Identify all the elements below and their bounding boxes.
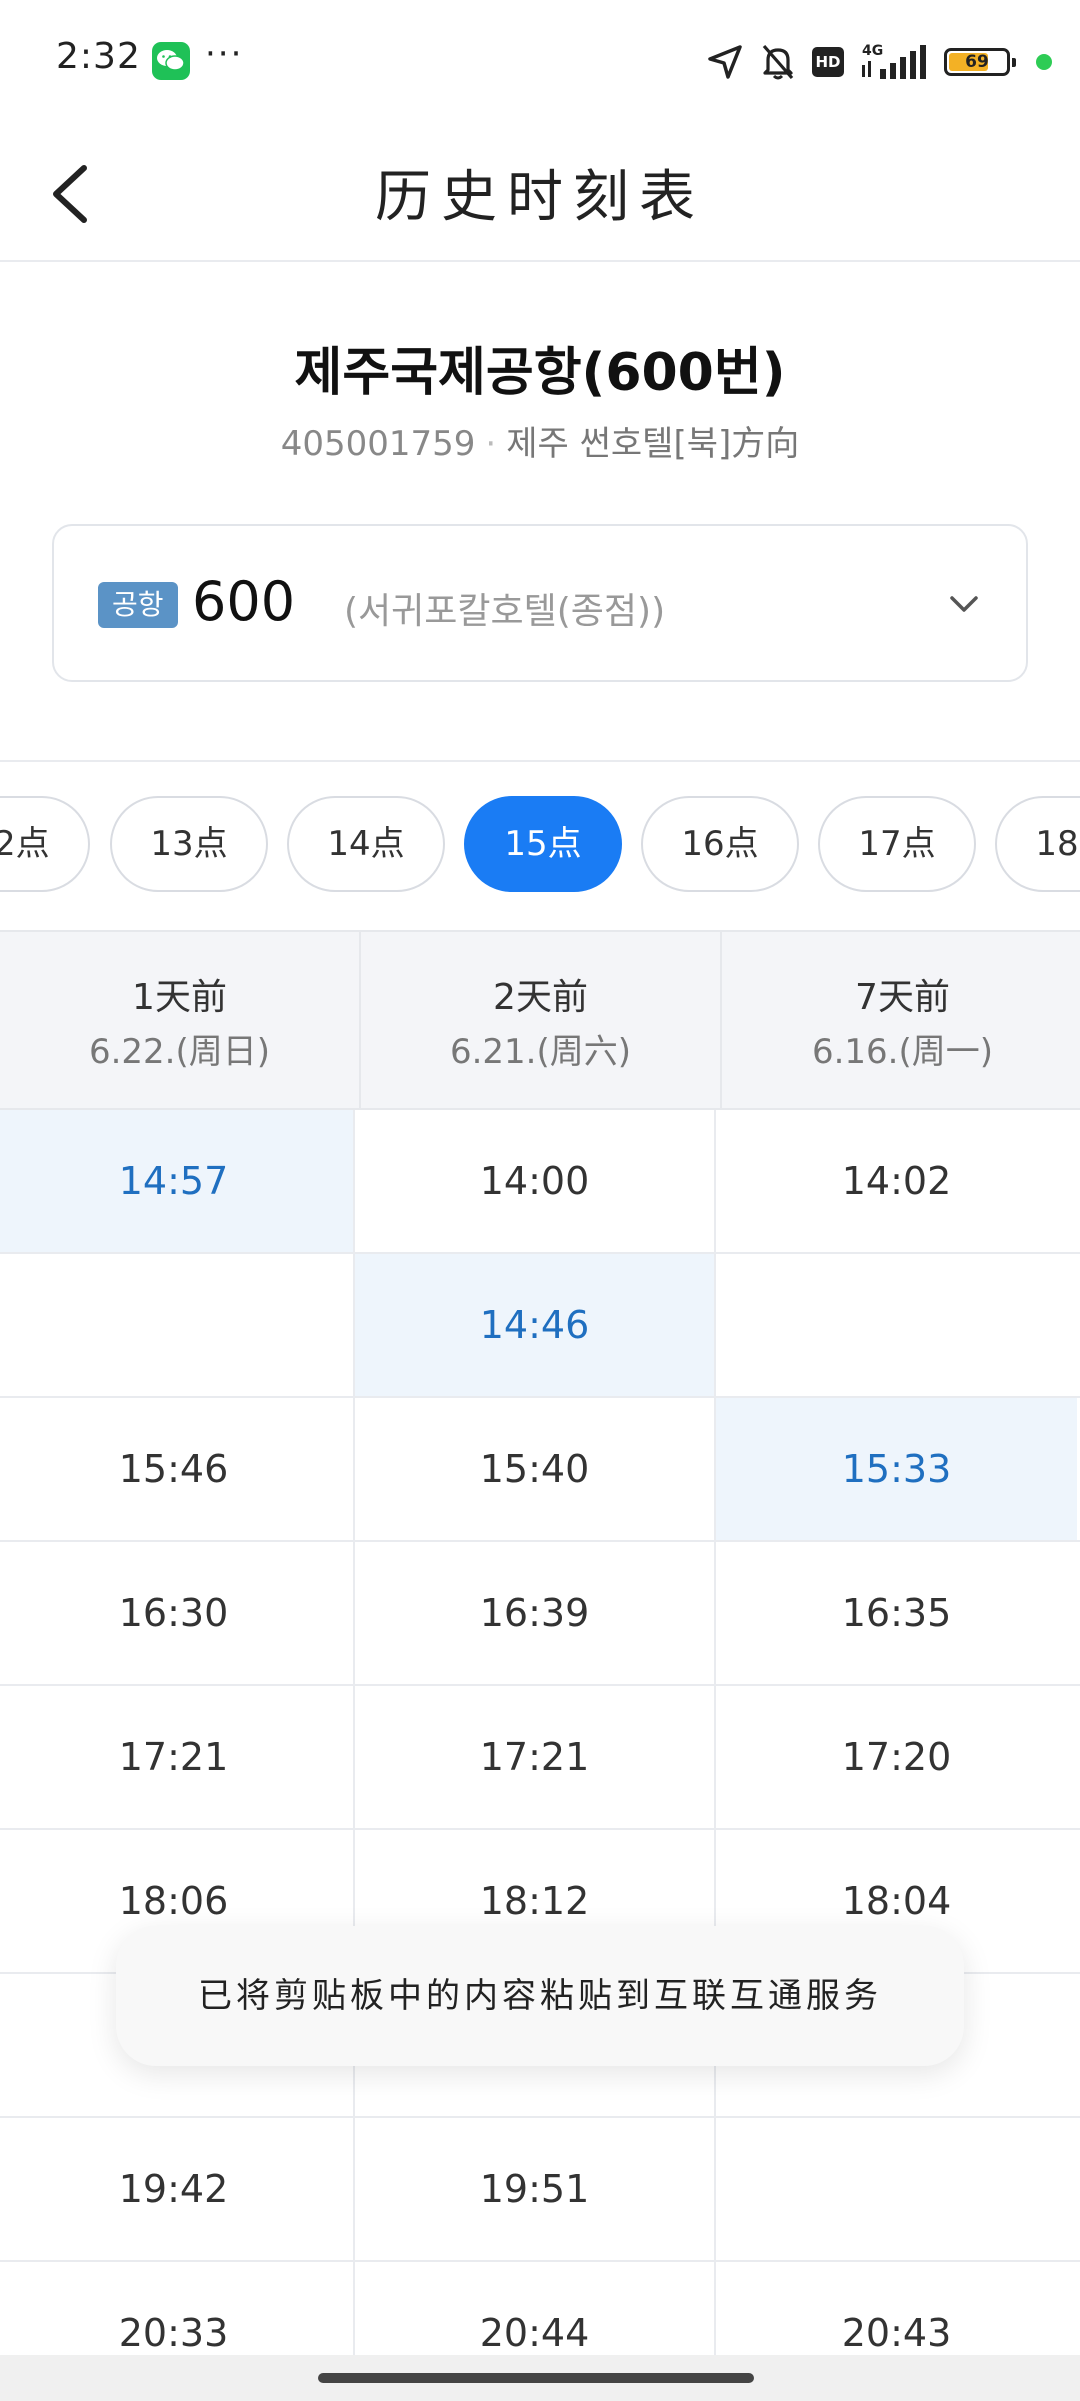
arrival-time-cell-highlighted: 14:57 [0,1110,355,1252]
navigation-bar [0,2355,1080,2401]
column-date: 6.22.(周日) [88,1032,271,1072]
column-days-ago: 1天前 [132,977,227,1018]
column-header: 1天前 6.22.(周日) [0,932,361,1108]
arrival-time-cell: 14:00 [355,1110,716,1252]
column-header: 2天前 6.21.(周六) [361,932,722,1108]
hour-chip-18[interactable]: 18点 [995,796,1080,892]
table-row: 19:42 19:51 [0,2118,1080,2262]
arrival-time-cell [0,1254,355,1396]
table-body: 14:57 14:00 14:02 14:46 15:46 15:40 15:33 16:30… [0,1110,1080,2401]
table-row: 16:30 16:39 16:35 [0,1542,1080,1686]
route-type-badge: 공항 [98,582,178,628]
privacy-indicator-dot [1036,54,1052,70]
header: 历史时刻表 [0,126,1080,262]
arrival-time-cell: 14:02 [841,1159,952,1203]
arrival-time-cell: 19:51 [355,2118,716,2260]
separator: · [485,424,497,464]
status-bar: 2:32 ··· HD 4G 69 [0,0,1080,126]
column-date: 6.21.(周六) [449,1032,632,1072]
signal-icon: 4G [862,43,926,79]
arrival-time-cell: 19:42 [0,2118,355,2260]
arrival-time-cell: 16:35 [841,1591,952,1635]
arrival-time-cell: 15:40 [355,1398,716,1540]
arrival-time-cell: 15:46 [0,1398,355,1540]
hour-chip-17[interactable]: 17点 [818,796,976,892]
station-id: 405001759 [280,424,476,464]
hour-filter-strip[interactable]: 12点 13点 14点 15点 16点 17点 18点 [0,796,1080,896]
table-row: 17:21 17:21 17:20 [0,1686,1080,1830]
station-subtitle: 405001759 · 제주 썬호텔[북]方向 [0,416,1080,465]
arrival-time-cell [716,2118,1077,2260]
page-title: 历史时刻表 [375,165,705,230]
chevron-down-icon [946,586,982,626]
location-icon [708,45,742,79]
arrival-time-cell: 16:30 [0,1542,355,1684]
column-days-ago: 7天前 [855,977,950,1018]
hour-chip-12[interactable]: 12点 [0,796,90,892]
arrival-time-cell-highlighted: 14:46 [355,1254,716,1396]
table-row: 14:57 14:00 14:02 [0,1110,1080,1254]
more-notifications-indicator: ··· [205,34,244,74]
table-row: 14:46 [0,1254,1080,1398]
arrival-time-cell [716,1254,1077,1396]
column-date: 6.16.(周一) [811,1032,994,1072]
clipboard-toast: 已将剪贴板中的内容粘贴到互联互通服务 [116,1926,964,2066]
route-selector-dropdown[interactable]: 공항 600 (서귀포칼호텔(종점)) [52,524,1028,682]
arrival-time-cell-highlighted: 15:33 [716,1398,1077,1540]
arrival-time-cell: 17:21 [0,1686,355,1828]
home-indicator[interactable] [318,2373,754,2383]
section-divider [0,760,1080,762]
table-header: 1天前 6.22.(周日) 2天前 6.21.(周六) 7天前 6.16.(周一… [0,932,1080,1110]
status-icons: HD 4G 69 [706,40,1052,84]
route-number: 600 [192,570,296,633]
arrival-time-cell: 17:21 [355,1686,716,1828]
arrival-time-cell: 17:20 [841,1735,952,1779]
station-direction: 제주 썬호텔[북]方向 [506,424,800,464]
wechat-icon [152,42,190,80]
page: 2:32 ··· HD 4G 69 历史时刻表 제주국제공항(600번) 405… [0,0,1080,2401]
status-time: 2:32 [56,36,141,77]
table-row: 15:46 15:40 15:33 [0,1398,1080,1542]
bell-off-icon [762,44,794,80]
column-header: 7天前 6.16.(周一) [722,932,1080,1108]
hour-chip-16[interactable]: 16点 [641,796,799,892]
column-days-ago: 2天前 [493,977,588,1018]
history-timetable: 1天前 6.22.(周日) 2天前 6.21.(周六) 7天前 6.16.(周一… [0,930,1080,2401]
station-name: 제주국제공항(600번) [294,343,786,403]
hour-chip-14[interactable]: 14点 [287,796,445,892]
battery-icon: 69 [944,48,1016,76]
hd-badge: HD [812,47,844,77]
route-destination: (서귀포칼호텔(종점)) [344,591,666,632]
battery-level: 69 [965,52,989,72]
network-label: 4G [862,43,883,59]
hour-chip-13[interactable]: 13点 [110,796,268,892]
hour-chip-15[interactable]: 15点 [464,796,622,892]
arrival-time-cell: 16:39 [355,1542,716,1684]
